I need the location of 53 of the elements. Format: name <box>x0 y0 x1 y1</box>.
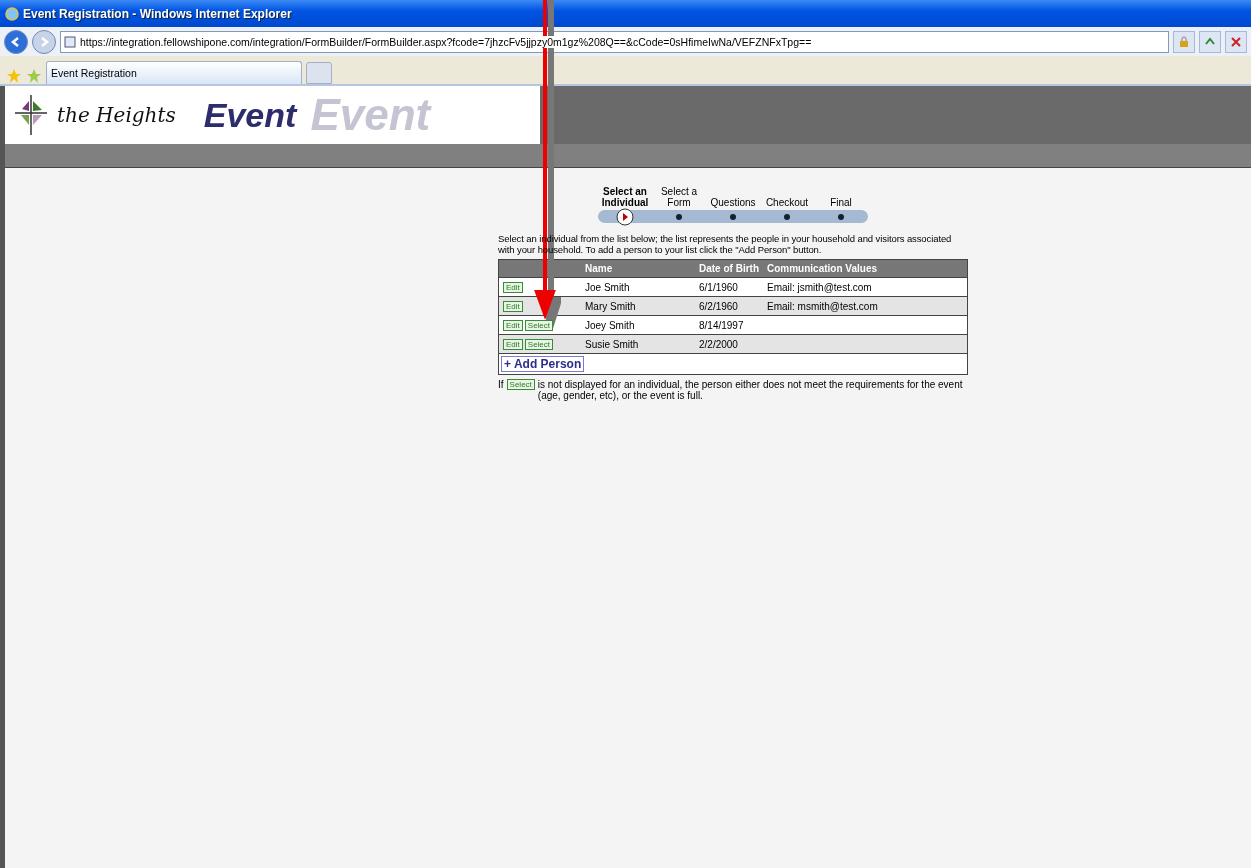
note-text: If <box>498 379 504 390</box>
cross-logo-icon <box>13 93 49 137</box>
window-title: Event Registration - Windows Internet Explorer <box>23 6 292 21</box>
add-person-button[interactable]: + Add Person <box>501 356 585 372</box>
background-text: Event <box>310 90 431 140</box>
table-cell-text: 2/2/2000 <box>699 338 739 350</box>
browser-logo-icon <box>5 6 19 21</box>
action-link[interactable]: Edit <box>503 338 523 350</box>
table-cell-text: Susie Smith <box>585 338 640 350</box>
step-label: Select an Individual <box>600 186 650 208</box>
browser-tab[interactable]: Event Registration <box>46 61 302 84</box>
table-cell-text: Mary Smith <box>585 300 637 312</box>
select-badge: Select <box>506 379 535 390</box>
step-dot-icon <box>784 213 790 220</box>
column-header: Communication Values <box>767 263 879 274</box>
lock-button[interactable] <box>1173 30 1195 53</box>
step-dot-icon <box>838 213 844 220</box>
step-label: Checkout <box>764 197 810 208</box>
logo-text: the Heights <box>57 103 176 127</box>
table-cell-text: Email: msmith@test.com <box>767 300 879 312</box>
table-cell-text: 6/1/1960 <box>699 281 739 293</box>
table-cell-text: Email: jsmith@test.com <box>767 281 873 293</box>
back-button[interactable] <box>4 29 28 54</box>
column-header: Name <box>585 263 614 274</box>
table-cell-text: 8/14/1997 <box>699 319 745 331</box>
address-field[interactable]: https://integration.fellowshipone.com/integration/FormBuilder/FormBuilder.aspx?fcode=7jhzcFv5jjpzy0m1gz%208Q==&cCode=0sHfimeIwNa/VEFZNFxTpg== <box>60 30 1169 53</box>
column-header: Date of Birth <box>699 263 760 274</box>
stop-button[interactable] <box>1225 30 1247 53</box>
step-dot-icon <box>676 213 682 220</box>
action-link[interactable]: Select <box>524 338 554 350</box>
stop-icon <box>1231 36 1241 47</box>
lock-icon <box>1178 35 1190 48</box>
step-label: Final <box>829 197 853 208</box>
url-text: https://integration.fellowshipone.com/integration/FormBuilder/FormBuilder.aspx?fcode=7jhzcFv5jjpzy0m1gz%208Q==&cCode=0sHfimeIwNa/VEFZNFxTpg== <box>80 35 812 48</box>
action-link[interactable]: Edit <box>503 300 523 312</box>
refresh-button[interactable] <box>1199 30 1221 53</box>
favorites-star-icon[interactable] <box>6 68 22 84</box>
add-favorite-icon[interactable] <box>26 68 42 84</box>
action-link[interactable]: Edit <box>503 319 523 331</box>
table-cell-text: 6/2/1960 <box>699 300 739 312</box>
table-cell-text: Joey Smith <box>585 319 636 331</box>
page-icon <box>64 35 76 48</box>
table-cell-text: Joe Smith <box>585 281 631 293</box>
step-dot-icon <box>730 213 736 220</box>
step-label: Questions <box>709 197 757 208</box>
step-label: Select a Form <box>659 186 699 208</box>
note-text: is not displayed for an individual, the person either does not meet the requirements for the event (age, gender, etc), or the event is full. <box>537 379 964 401</box>
forward-button[interactable] <box>32 29 56 54</box>
current-step-icon <box>616 207 634 226</box>
action-link[interactable]: Edit <box>503 281 523 293</box>
action-link[interactable]: Select <box>524 319 554 331</box>
page-title: Event <box>203 95 297 135</box>
new-tab-button[interactable] <box>306 62 332 84</box>
